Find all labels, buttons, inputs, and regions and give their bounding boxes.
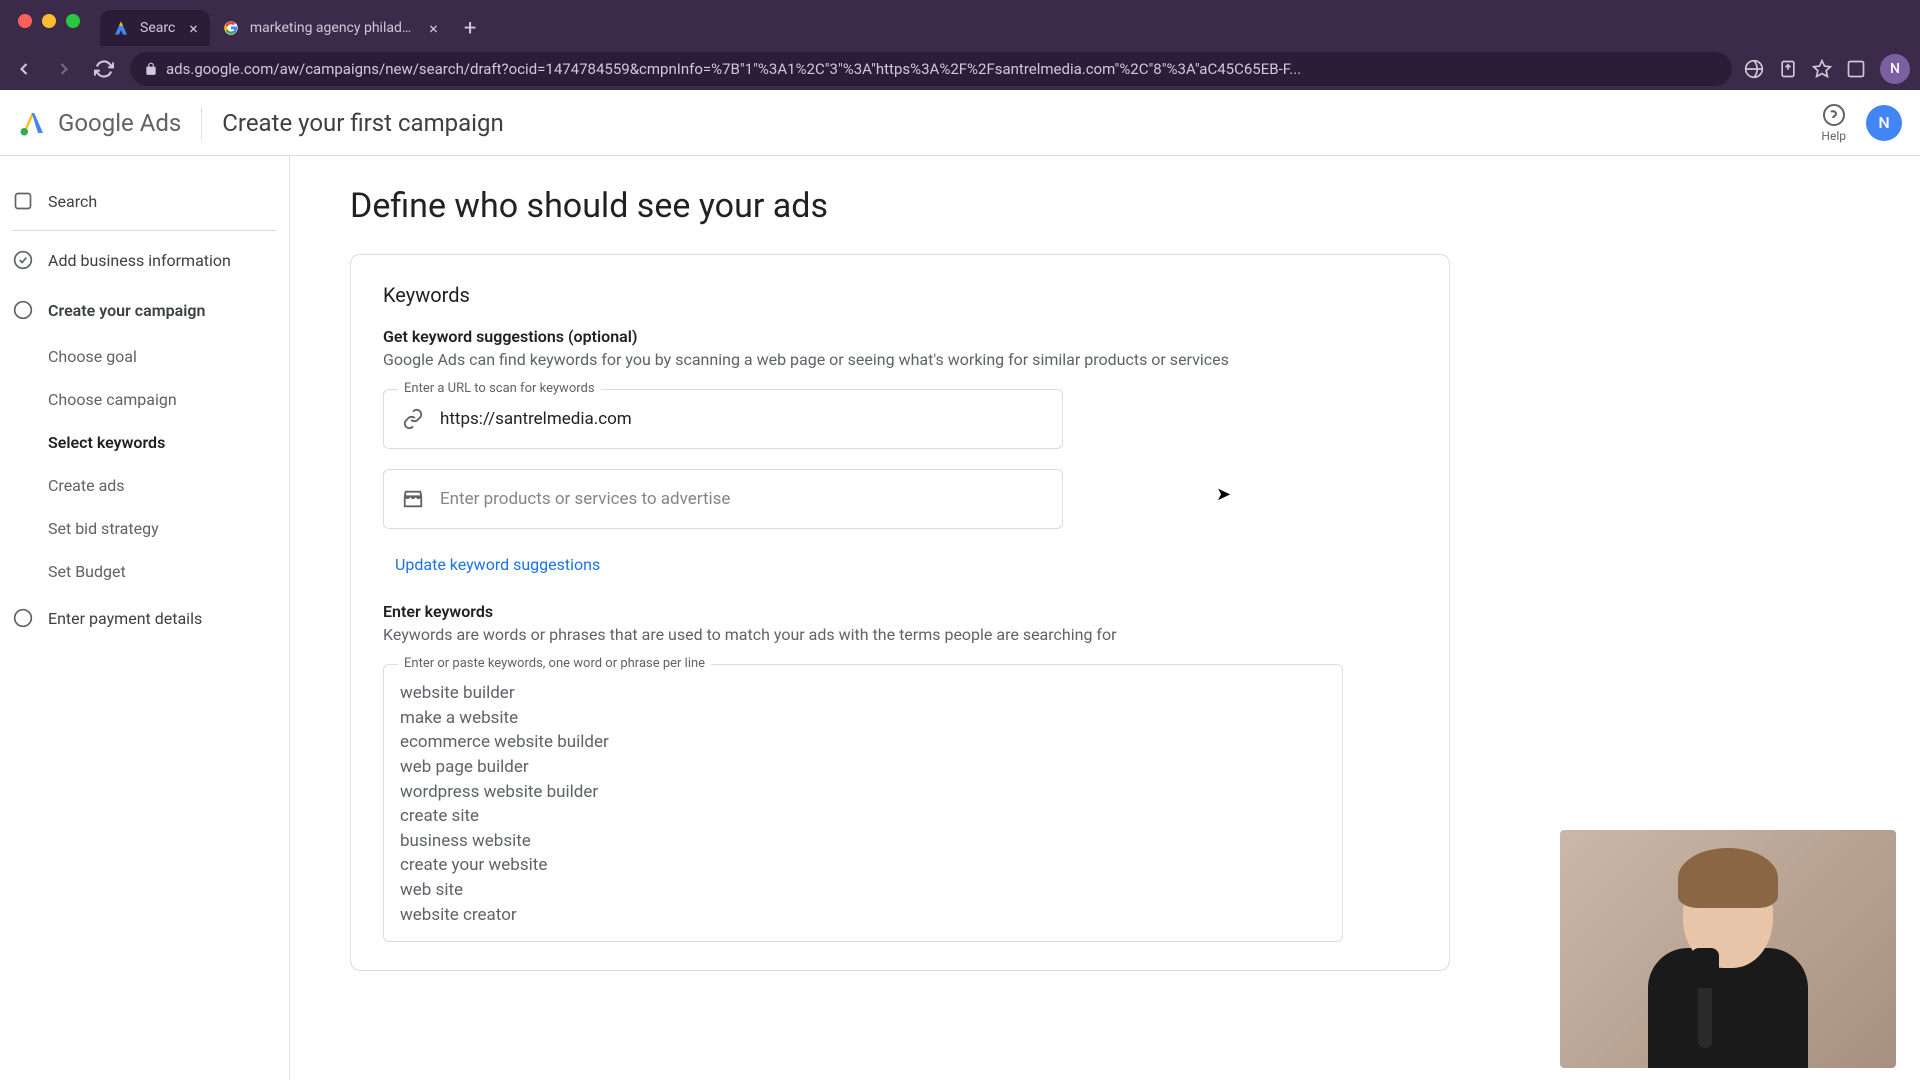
main-title: Define who should see your ads <box>350 186 1860 226</box>
nav-back-button[interactable] <box>10 55 38 83</box>
header-divider <box>201 107 202 139</box>
sidebar-sub-create-ads[interactable]: Create ads <box>0 464 289 507</box>
share-icon[interactable] <box>1778 59 1798 79</box>
window-minimize[interactable] <box>42 14 56 28</box>
suggestions-title: Get keyword suggestions (optional) <box>383 327 1417 346</box>
tab-google-ads[interactable]: Searc × <box>100 10 210 46</box>
app-header: Google Ads Create your first campaign He… <box>0 90 1920 156</box>
keywords-textarea[interactable] <box>400 681 1326 921</box>
sidebar-sub-select-keywords[interactable]: Select keywords <box>0 421 289 464</box>
sidebar-label: Enter payment details <box>48 609 202 628</box>
help-button[interactable]: Help <box>1821 103 1846 143</box>
logo-text: Google Ads <box>58 109 181 137</box>
window-controls <box>0 0 80 28</box>
window-close[interactable] <box>18 14 32 28</box>
new-tab-button[interactable]: + <box>450 16 490 41</box>
window-maximize[interactable] <box>66 14 80 28</box>
enter-keywords-desc: Keywords are words or phrases that are u… <box>383 625 1417 644</box>
sidebar-item-search[interactable]: Search <box>0 176 289 226</box>
google-favicon-icon <box>222 19 240 37</box>
account-avatar[interactable]: N <box>1866 105 1902 141</box>
nav-reload-button[interactable] <box>90 55 118 83</box>
radio-empty-icon <box>12 607 34 629</box>
sidebar-label: Search <box>48 192 97 211</box>
sidebar-divider <box>12 230 277 231</box>
tabs-row: Searc × marketing agency philadelphi × + <box>0 0 1920 48</box>
sidebar-sub-set-budget[interactable]: Set Budget <box>0 550 289 593</box>
suggestions-desc: Google Ads can find keywords for you by … <box>383 350 1417 369</box>
tab-close-icon[interactable]: × <box>189 19 198 38</box>
check-circle-icon <box>12 249 34 271</box>
page-title: Create your first campaign <box>222 109 503 137</box>
search-step-icon <box>12 190 34 212</box>
sidebar-label: Create your campaign <box>48 301 205 320</box>
url-input[interactable] <box>440 409 1044 429</box>
storefront-icon <box>402 488 424 510</box>
keywords-box[interactable]: Enter or paste keywords, one word or phr… <box>383 664 1343 942</box>
sidebar-item-add-business[interactable]: Add business information <box>0 235 289 285</box>
keywords-card: Keywords Get keyword suggestions (option… <box>350 254 1450 971</box>
keywords-heading: Keywords <box>383 283 1417 307</box>
sidebar: Search Add business information Create y… <box>0 156 290 1080</box>
lock-icon <box>144 62 158 76</box>
help-label: Help <box>1821 129 1846 143</box>
sidebar-sub-set-bid[interactable]: Set bid strategy <box>0 507 289 550</box>
bookmark-star-icon[interactable] <box>1812 59 1832 79</box>
tab-marketing-agency[interactable]: marketing agency philadelphi × <box>210 10 450 46</box>
gtranslate-icon[interactable] <box>1744 59 1764 79</box>
gads-logo-icon <box>18 108 48 138</box>
sidebar-label: Add business information <box>48 251 231 270</box>
update-suggestions-button[interactable]: Update keyword suggestions <box>383 549 600 602</box>
radio-empty-icon <box>12 299 34 321</box>
url-text: ads.google.com/aw/campaigns/new/search/d… <box>166 60 1301 78</box>
extensions-icon[interactable] <box>1846 59 1866 79</box>
video-presenter <box>1638 848 1818 1068</box>
sidebar-item-payment[interactable]: Enter payment details <box>0 593 289 643</box>
sidebar-item-create-campaign[interactable]: Create your campaign <box>0 285 289 335</box>
sidebar-sub-choose-goal[interactable]: Choose goal <box>0 335 289 378</box>
products-field[interactable] <box>383 469 1063 529</box>
nav-forward-button[interactable] <box>50 55 78 83</box>
browser-profile-avatar[interactable]: N <box>1880 54 1910 84</box>
url-field-label: Enter a URL to scan for keywords <box>398 381 601 396</box>
browser-chrome: Searc × marketing agency philadelphi × +… <box>0 0 1920 90</box>
picture-in-picture-video[interactable] <box>1560 830 1896 1068</box>
tab-title: marketing agency philadelphi <box>250 20 415 36</box>
keywords-box-label: Enter or paste keywords, one word or phr… <box>398 656 711 671</box>
sidebar-sub-choose-campaign[interactable]: Choose campaign <box>0 378 289 421</box>
gads-favicon-icon <box>112 19 130 37</box>
address-bar[interactable]: ads.google.com/aw/campaigns/new/search/d… <box>130 52 1732 86</box>
google-ads-logo[interactable]: Google Ads <box>18 108 181 138</box>
link-icon <box>402 408 424 430</box>
tab-close-icon[interactable]: × <box>429 19 438 38</box>
url-scan-field[interactable]: Enter a URL to scan for keywords <box>383 389 1063 449</box>
help-icon <box>1822 103 1846 127</box>
products-input[interactable] <box>440 489 1044 509</box>
tab-title: Searc <box>140 20 175 36</box>
address-row: ads.google.com/aw/campaigns/new/search/d… <box>0 48 1920 90</box>
address-actions: N <box>1744 54 1910 84</box>
enter-keywords-title: Enter keywords <box>383 602 1417 621</box>
